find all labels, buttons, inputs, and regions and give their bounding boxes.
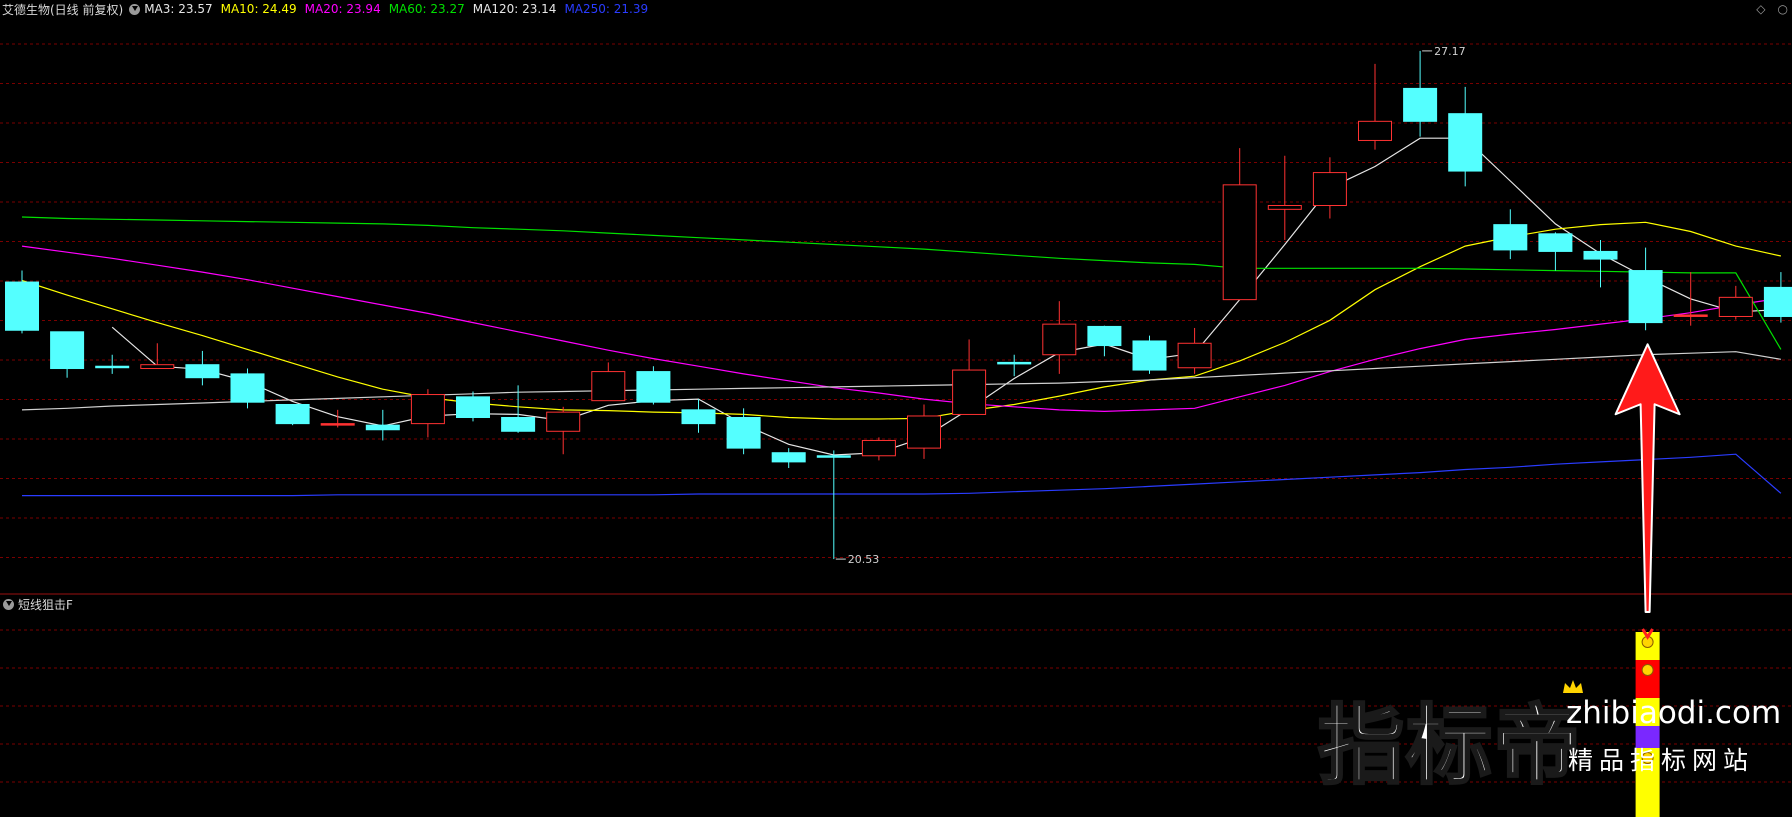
candle-body-up	[1312, 172, 1347, 207]
candle-body-down	[185, 364, 220, 379]
candle-body-down	[230, 373, 265, 403]
candle-body-down	[1132, 340, 1167, 371]
candle-body-down	[1493, 224, 1528, 251]
candle-body-down	[1403, 87, 1438, 122]
chevron-down-icon[interactable]	[129, 3, 141, 15]
sub-indicator-title: 短线狙击F	[18, 597, 73, 612]
candle-body-down	[95, 365, 130, 369]
chart-window: 27.17 20.53 艾德生物(日线 前复权) MA3: 23.57 MA10:…	[0, 0, 1792, 817]
main-legend: 艾德生物(日线 前复权) MA3: 23.57 MA10: 24.49 MA20…	[0, 0, 656, 18]
watermark: 指标帝 zhibiaodi.com 精品指标网站	[1317, 675, 1782, 798]
watermark-brand: 指标帝	[1317, 695, 1582, 798]
candle-body-down	[726, 417, 761, 449]
candle-body-up	[591, 371, 626, 402]
watermark-domain: zhibiaodi.com	[1566, 695, 1782, 731]
candle-body-up	[410, 394, 445, 425]
ma3-label: MA3: 23.57	[144, 2, 213, 16]
ma20-label: MA20: 23.94	[304, 2, 381, 16]
ma-line-ma20	[21, 245, 1781, 413]
close-icon[interactable]: ○	[1778, 2, 1788, 16]
candle-body-down	[1628, 270, 1663, 324]
candle-body-up	[1177, 342, 1212, 369]
watermark-tagline: 精品指标网站	[1568, 746, 1755, 775]
ma10-label: MA10: 24.49	[220, 2, 297, 16]
candle-body-up	[546, 411, 581, 432]
candle-body-up	[1718, 296, 1753, 317]
stock-title: 艾德生物(日线 前复权)	[2, 2, 124, 17]
candle-body-down	[1583, 250, 1618, 260]
ma250-label: MA250: 21.39	[564, 2, 649, 16]
candle-body-down	[1538, 233, 1573, 252]
ma60-label: MA60: 23.27	[388, 2, 465, 16]
ma-line-ma250	[22, 453, 1782, 497]
money-bag-icon	[1641, 664, 1654, 676]
candle-body-down	[636, 371, 671, 403]
crown-icon	[1563, 680, 1583, 693]
candle-body-up	[1267, 205, 1302, 210]
annotation-label: 20.53	[848, 553, 880, 566]
candle-body-down	[275, 403, 310, 425]
ma-line-ma3	[111, 137, 1781, 456]
ma120-label: MA120: 23.14	[472, 2, 557, 16]
candle-body-down	[816, 455, 851, 458]
candle-body-down	[320, 423, 355, 426]
candle-body-down	[1673, 314, 1708, 317]
chevron-down-icon[interactable]	[3, 598, 14, 610]
candle-body-up	[861, 439, 896, 457]
candle-body-down	[365, 424, 400, 431]
candle-body-down	[681, 409, 716, 425]
candle-body-down	[456, 396, 490, 419]
diamond-icon[interactable]: ◇	[1756, 2, 1765, 16]
candle-body-up	[907, 415, 941, 449]
candle-body-down	[1763, 286, 1792, 317]
candle-body-down	[5, 281, 39, 331]
candle-body-down	[1448, 113, 1483, 172]
sub-legend: 短线狙击F	[0, 596, 73, 612]
candle-body-down	[771, 452, 806, 463]
candle-body-down	[997, 361, 1032, 365]
candle-body-up	[1222, 184, 1257, 301]
annotation-label: 27.17	[1434, 45, 1466, 58]
candle-body-up	[1042, 323, 1077, 356]
candle-body-up	[1358, 120, 1392, 141]
window-controls: ◇ ○	[1756, 2, 1788, 16]
candle-body-up	[140, 364, 175, 370]
candle-body-down	[501, 417, 536, 432]
candle-body-up	[952, 369, 987, 415]
candle-body-down	[1087, 325, 1122, 347]
candle-body-down	[50, 331, 85, 370]
